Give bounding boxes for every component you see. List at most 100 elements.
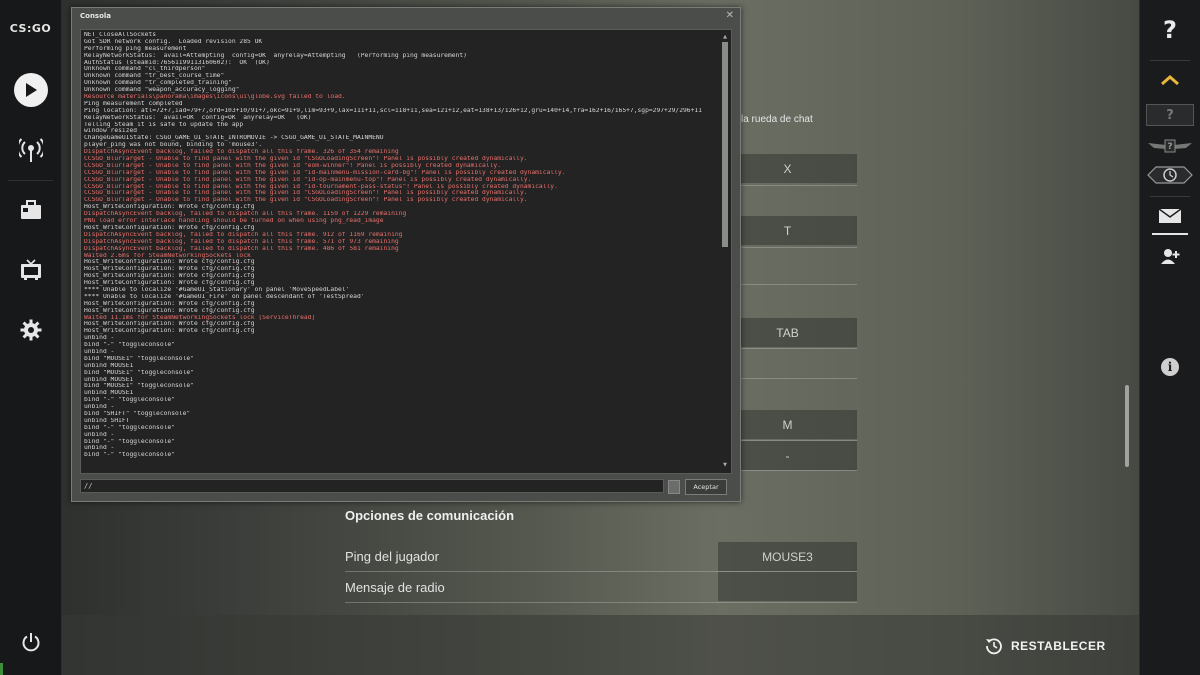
console-window: Consola ✕ NET_CloseAllSockets Got SDR net… [71, 7, 741, 502]
console-line: **** Unable to localize '#GameUI_Station… [84, 286, 350, 293]
console-line: CCSGO_BlurTarget - Unable to find panel … [84, 176, 532, 183]
console-line: bind "-" "toggleconsole" [84, 452, 175, 459]
console-line: Unknown command "tr_best_course_time" [84, 73, 225, 80]
console-command-input[interactable] [80, 479, 664, 493]
broadcast-button[interactable] [0, 128, 61, 172]
info-icon: i [1161, 358, 1179, 376]
radio-message-label: Mensaje de radio [345, 580, 445, 595]
reset-button[interactable]: RESTABLECER [985, 636, 1106, 656]
console-line: unbind MOUSE1 [84, 362, 134, 369]
reset-clock-icon [986, 638, 1002, 655]
console-line: Host_WriteConfiguration: Wrote cfg/confi… [84, 328, 255, 335]
console-line: AuthStatus (steamid:76561199113160602): … [84, 59, 270, 66]
console-line: Unknown command "weapon_accuracy_logging… [84, 87, 240, 94]
scroll-up-icon[interactable]: ▲ [721, 34, 729, 40]
radio-message-key[interactable] [718, 572, 857, 601]
console-line: bind "-" "toggleconsole" [84, 438, 175, 445]
console-line: NET_CloseAllSockets [84, 32, 157, 38]
add-friend-icon [1161, 249, 1180, 264]
console-scrollbar[interactable]: ▲ ▼ [721, 34, 729, 468]
console-line: bind "-" "toggleconsole" [84, 342, 175, 349]
play-icon [13, 73, 48, 107]
wings-rank-button[interactable]: ? [1140, 136, 1200, 156]
power-icon [22, 633, 39, 652]
watch-button[interactable] [0, 248, 61, 292]
console-line: bind "MOUSE1" "toggleconsole" [84, 369, 194, 376]
console-submit-button[interactable]: Aceptar [685, 479, 727, 495]
console-output: NET_CloseAllSockets Got SDR network confi… [80, 29, 732, 474]
console-line: unbind - [84, 404, 115, 411]
tv-icon [20, 259, 41, 280]
chevron-up-icon [1161, 75, 1179, 86]
console-line: RelayNetworkStatus: avail=OK config=OK a… [84, 114, 312, 121]
console-line: bind "MOUSE1" "toggleconsole" [84, 355, 194, 362]
console-line: Resource materials\panorama\images\icons… [84, 94, 346, 101]
clock-badge-icon [1147, 166, 1193, 184]
console-line: Unknown command "tr_completed_training" [84, 80, 232, 87]
briefcase-icon [20, 200, 41, 219]
settings-button[interactable] [0, 308, 61, 352]
scroll-down-icon[interactable]: ▼ [721, 462, 729, 468]
console-line: Waited 11.1ms for SteamNetworkingSockets… [84, 314, 316, 321]
console-line: CCSGO_BlurTarget - Unable to find panel … [84, 183, 558, 190]
console-line: Host_WriteConfiguration: Wrote cfg/confi… [84, 273, 255, 280]
close-icon[interactable]: ✕ [726, 10, 734, 21]
console-line: Got SDR network config. Loaded revision … [84, 38, 263, 45]
console-line: bind "SHIFT" "toggleconsole" [84, 410, 191, 417]
reset-label: RESTABLECER [1011, 639, 1106, 653]
console-line: Host_WriteConfiguration: Wrote cfg/confi… [84, 321, 255, 328]
sidebar-divider [1150, 196, 1190, 197]
rank-up-button[interactable] [1140, 70, 1200, 90]
broadcast-icon [18, 138, 43, 162]
rank-unknown-badge: ? [1146, 104, 1194, 126]
console-line: Ping location: atl=72+7,iad=79+7,ord=103… [84, 107, 702, 114]
console-line: Host_WriteConfiguration: Wrote cfg/confi… [84, 266, 255, 273]
console-line: unbind - [84, 445, 115, 452]
console-line: Host_WriteConfiguration: Wrote cfg/confi… [84, 280, 255, 287]
console-line: PNG load error Interlace handling should… [84, 218, 384, 225]
console-line: player_ping was not bound, binding to 'm… [84, 142, 263, 149]
settings-scrollbar[interactable] [1125, 385, 1129, 467]
clock-badge-button[interactable] [1140, 164, 1200, 186]
bottom-bar [62, 615, 1140, 675]
rank-unknown-button[interactable]: ? [1140, 104, 1200, 126]
console-titlebar[interactable]: Consola ✕ [72, 8, 740, 26]
console-log: NET_CloseAllSockets Got SDR network confi… [84, 32, 716, 459]
player-ping-key[interactable]: MOUSE3 [718, 542, 857, 571]
console-line: unbind MOUSE1 [84, 390, 134, 397]
console-history-icon[interactable] [668, 480, 680, 494]
mail-icon [1159, 209, 1181, 223]
console-line: unbind MOUSE1 [84, 376, 134, 383]
help-button[interactable]: ? [1140, 12, 1200, 48]
add-friend-button[interactable] [1140, 246, 1200, 266]
console-line: Performing ping measurement [84, 45, 187, 52]
console-line: CCSGO_BlurTarget - Unable to find panel … [84, 156, 528, 163]
console-line: CCSGO_BlurTarget - Unable to find panel … [84, 197, 528, 204]
console-line: Waited 2.6ms for SteamNetworkingSockets … [84, 252, 251, 259]
console-line: **** Unable to localize '#GameUI_Fire' o… [84, 293, 365, 300]
console-line: DispatchAsyncEvent backlog, failed to di… [84, 211, 407, 218]
play-button[interactable] [0, 68, 61, 112]
console-line: DispatchAsyncEvent backlog, failed to di… [84, 245, 399, 252]
console-title: Consola [80, 12, 112, 20]
console-line: CCSGO_BlurTarget - Unable to find panel … [84, 190, 528, 197]
console-line: DispatchAsyncEvent backlog, failed to di… [84, 238, 399, 245]
info-button[interactable]: i [1140, 356, 1200, 378]
console-scroll-thumb[interactable] [722, 42, 728, 247]
console-line: Host_WriteConfiguration: Wrote cfg/confi… [84, 204, 255, 211]
svg-text:?: ? [1167, 142, 1172, 152]
mail-active-indicator [1152, 233, 1188, 235]
console-line: unbind - [84, 431, 115, 438]
mail-button[interactable] [1140, 206, 1200, 226]
console-line: DispatchAsyncEvent backlog, failed to di… [84, 231, 403, 238]
inventory-button[interactable] [0, 188, 61, 232]
console-line: unbind - [84, 335, 115, 342]
gear-icon [20, 319, 41, 341]
console-line: Host_WriteConfiguration: Wrote cfg/confi… [84, 307, 255, 314]
console-line: bind "-" "toggleconsole" [84, 397, 175, 404]
chat-wheel-label: la rueda de chat [741, 114, 813, 125]
csgo-logo: CS:GO [9, 22, 52, 35]
power-button[interactable] [0, 627, 61, 657]
console-line: window resized [84, 128, 138, 135]
console-line: unbind SHIFT [84, 417, 130, 424]
